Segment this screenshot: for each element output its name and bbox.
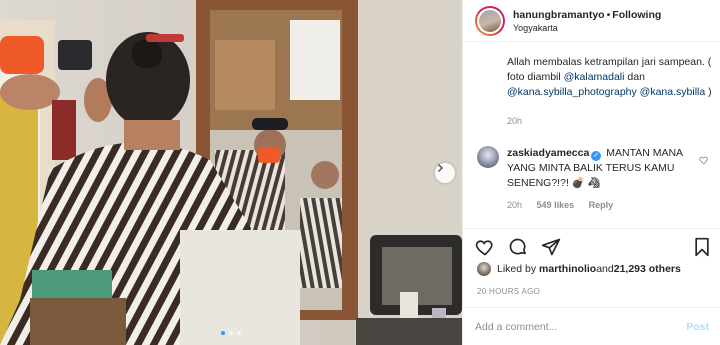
username-link[interactable]: hanungbramantyo xyxy=(513,9,605,21)
comment-icon xyxy=(509,238,526,254)
reply-button[interactable]: Reply xyxy=(589,200,614,210)
carousel-indicator xyxy=(0,331,462,335)
separator-dot: • xyxy=(606,8,611,21)
chevron-right-icon xyxy=(437,163,444,173)
mention-link[interactable]: @kana.sybilla_photography xyxy=(507,86,637,98)
comment-button[interactable] xyxy=(508,237,528,257)
post-comment-button[interactable]: Post xyxy=(686,321,709,333)
mention-link[interactable]: @kana.sybilla xyxy=(640,86,706,98)
comment-timestamp[interactable]: 20h xyxy=(507,200,522,210)
liker-avatar[interactable] xyxy=(477,262,491,276)
carousel-dot xyxy=(221,331,225,335)
post-actions xyxy=(463,228,720,264)
save-button[interactable] xyxy=(693,237,711,257)
share-icon xyxy=(541,238,561,255)
likes-summary: Liked by marthinolio and 21,293 others xyxy=(477,262,681,276)
share-button[interactable] xyxy=(541,237,561,257)
bookmark-icon xyxy=(695,237,709,256)
post-caption: Allah membalas ketrampilan jari sampean.… xyxy=(507,55,712,100)
carousel-dot xyxy=(237,331,241,335)
caption-timestamp[interactable]: 20h xyxy=(507,116,522,126)
post-photo[interactable] xyxy=(0,0,462,345)
carousel-dot xyxy=(229,331,233,335)
comment-likes-count[interactable]: 549 likes xyxy=(537,200,575,210)
add-comment-bar: Post xyxy=(463,307,720,345)
verified-badge-icon: ✓ xyxy=(591,151,602,161)
like-button[interactable] xyxy=(475,237,495,257)
avatar[interactable] xyxy=(475,5,505,36)
likes-and: and xyxy=(596,263,614,275)
heart-icon xyxy=(475,239,493,256)
location-link[interactable]: Yogyakarta xyxy=(513,23,661,33)
following-button[interactable]: Following xyxy=(612,9,661,21)
liker-username[interactable]: marthinolio xyxy=(539,263,596,275)
likes-prefix: Liked by xyxy=(497,263,537,275)
comment-like-button[interactable] xyxy=(699,152,709,170)
caption-text: dan xyxy=(624,71,645,83)
post-timestamp[interactable]: 20 HOURS AGO xyxy=(477,287,540,296)
comment-input[interactable] xyxy=(475,320,687,333)
post-header: hanungbramantyo • Following Yogyakarta xyxy=(463,0,720,42)
instagram-post: hanungbramantyo • Following Yogyakarta All… xyxy=(0,0,720,345)
post-side-panel: hanungbramantyo • Following Yogyakarta All… xyxy=(462,0,720,345)
comments-list[interactable]: Allah membalas ketrampilan jari sampean.… xyxy=(463,42,720,228)
comment-username[interactable]: zaskiadyamecca xyxy=(507,147,589,159)
comment-avatar[interactable] xyxy=(477,146,499,168)
barbershop-photo xyxy=(0,0,462,345)
caption-text: ) xyxy=(705,86,712,98)
mention-link[interactable]: @kalamadali xyxy=(564,71,625,83)
carousel-next-button[interactable] xyxy=(435,163,455,183)
likes-others-link[interactable]: 21,293 others xyxy=(614,263,681,275)
heart-icon xyxy=(699,156,708,165)
